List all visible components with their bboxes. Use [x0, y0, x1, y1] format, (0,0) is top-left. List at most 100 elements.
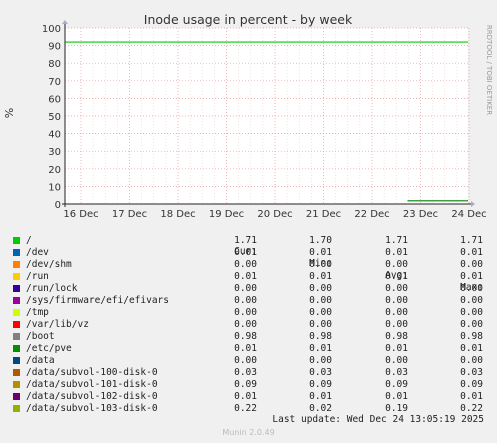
- legend-value-cur: 0.01: [234, 271, 257, 282]
- legend-value-max: 0.00: [460, 283, 483, 294]
- legend-row: /data/subvol-102-disk-0 0.01 0.01 0.01 0.01: [0, 391, 497, 403]
- legend-value-max: 0.98: [460, 331, 483, 342]
- legend-value-avg: 0.00: [385, 319, 408, 330]
- legend-value-avg: 0.09: [385, 379, 408, 390]
- legend-value-max: 0.01: [460, 247, 483, 258]
- legend-swatch: [13, 261, 20, 268]
- legend-row: /dev/shm 0.00 0.00 0.00 0.00: [0, 259, 497, 271]
- legend-value-max: 0.00: [460, 259, 483, 270]
- legend-label: /sys/firmware/efi/efivars: [26, 295, 169, 306]
- legend-label: /dev/shm: [26, 259, 72, 270]
- legend-value-avg: 0.01: [385, 343, 408, 354]
- legend-value-avg: 0.03: [385, 367, 408, 378]
- legend-value-cur: 0.01: [234, 391, 257, 402]
- chart: Inode usage in percent - by week % RRDTO…: [3, 12, 493, 220]
- legend-value-cur: 1.71: [234, 235, 257, 246]
- legend-value-min: 0.00: [309, 259, 332, 270]
- legend-value-cur: 0.00: [234, 283, 257, 294]
- legend-value-min: 0.01: [309, 247, 332, 258]
- legend-value-cur: 0.00: [234, 259, 257, 270]
- legend-row: /boot 0.98 0.98 0.98 0.98: [0, 331, 497, 343]
- legend-swatch: [13, 381, 20, 388]
- legend-value-min: 0.01: [309, 271, 332, 282]
- legend-value-cur: 0.01: [234, 343, 257, 354]
- legend-value-avg: 0.00: [385, 307, 408, 318]
- y-tick-label: 0: [55, 200, 61, 211]
- legend-label: /var/lib/vz: [26, 319, 89, 330]
- legend-value-max: 0.00: [460, 295, 483, 306]
- legend-swatch: [13, 393, 20, 400]
- y-tick-label: 80: [48, 59, 61, 70]
- legend-value-min: 0.00: [309, 295, 332, 306]
- legend-label: /dev: [26, 247, 49, 258]
- y-tick-label: 60: [48, 94, 61, 105]
- y-tick-label: 40: [48, 130, 61, 141]
- legend-value-avg: 0.01: [385, 391, 408, 402]
- legend-swatch: [13, 273, 20, 280]
- legend-value-min: 1.70: [309, 235, 332, 246]
- legend-label: /data/subvol-102-disk-0: [26, 391, 158, 402]
- last-update: Last update: Wed Dec 24 13:05:19 2025: [272, 414, 484, 425]
- x-tick-label: 19 Dec: [209, 209, 244, 220]
- legend-value-avg: 0.00: [385, 283, 408, 294]
- legend-row: /data 0.00 0.00 0.00 0.00: [0, 355, 497, 367]
- x-tick-label: 16 Dec: [63, 209, 98, 220]
- legend-value-cur: 0.01: [234, 247, 257, 258]
- legend-label: /etc/pve: [26, 343, 72, 354]
- y-tick-label: 30: [48, 147, 61, 158]
- legend-label: /: [26, 235, 32, 246]
- x-tick-label: 24 Dec: [451, 209, 486, 220]
- legend-value-min: 0.00: [309, 319, 332, 330]
- legend-label: /tmp: [26, 307, 49, 318]
- legend-value-cur: 0.00: [234, 355, 257, 366]
- legend-swatch: [13, 285, 20, 292]
- y-axis-arrow: [62, 20, 68, 24]
- legend-value-max: 0.01: [460, 271, 483, 282]
- y-ticks: 0 10 20 30 40 50 60 70 80 90 100: [42, 24, 61, 211]
- legend-swatch: [13, 333, 20, 340]
- legend-row: /run/lock 0.00 0.00 0.00 0.00: [0, 283, 497, 295]
- legend-label: /data: [26, 355, 55, 366]
- legend-row: /sys/firmware/efi/efivars 0.00 0.00 0.00 0.0…: [0, 295, 497, 307]
- legend-label: /boot: [26, 331, 55, 342]
- legend-value-cur: 0.00: [234, 319, 257, 330]
- legend-value-min: 0.00: [309, 355, 332, 366]
- x-tick-label: 20 Dec: [257, 209, 292, 220]
- legend-value-max: 0.03: [460, 367, 483, 378]
- legend-value-avg: 0.01: [385, 247, 408, 258]
- legend-swatch: [13, 309, 20, 316]
- legend-row: /data/subvol-101-disk-0 0.09 0.09 0.09 0.09: [0, 379, 497, 391]
- chart-title: Inode usage in percent - by week: [144, 12, 353, 27]
- legend-value-avg: 1.71: [385, 235, 408, 246]
- legend-row: /run 0.01 0.01 0.01 0.01: [0, 271, 497, 283]
- legend-swatch: [13, 405, 20, 412]
- y-axis-label: %: [3, 108, 16, 118]
- legend-row: /dev 0.01 0.01 0.01 0.01: [0, 247, 497, 259]
- y-tick-label: 70: [48, 77, 61, 88]
- x-axis-arrow: [471, 201, 475, 207]
- legend-value-max: 0.09: [460, 379, 483, 390]
- legend-swatch: [13, 297, 20, 304]
- legend-value-min: 0.01: [309, 391, 332, 402]
- legend-value-min: 0.03: [309, 367, 332, 378]
- y-tick-label: 90: [48, 42, 61, 53]
- legend-row: / 1.71 1.70 1.71 1.71: [0, 235, 497, 247]
- legend-value-cur: 0.03: [234, 367, 257, 378]
- legend-value-max: 0.00: [460, 307, 483, 318]
- legend-value-max: 0.01: [460, 343, 483, 354]
- legend-row: /etc/pve 0.01 0.01 0.01 0.01: [0, 343, 497, 355]
- legend-value-min: 0.98: [309, 331, 332, 342]
- legend-row: /var/lib/vz 0.00 0.00 0.00 0.00: [0, 319, 497, 331]
- legend-value-avg: 0.00: [385, 259, 408, 270]
- legend-swatch: [13, 357, 20, 364]
- legend-value-max: 0.00: [460, 319, 483, 330]
- legend-swatch: [13, 237, 20, 244]
- legend-label: /data/subvol-100-disk-0: [26, 367, 158, 378]
- legend-label: /run/lock: [26, 283, 78, 294]
- legend-value-max: 0.01: [460, 391, 483, 402]
- legend-label: /run: [26, 271, 49, 282]
- x-tick-label: 18 Dec: [160, 209, 195, 220]
- legend-value-avg: 0.01: [385, 271, 408, 282]
- y-tick-label: 50: [48, 112, 61, 123]
- y-tick-label: 100: [42, 24, 61, 35]
